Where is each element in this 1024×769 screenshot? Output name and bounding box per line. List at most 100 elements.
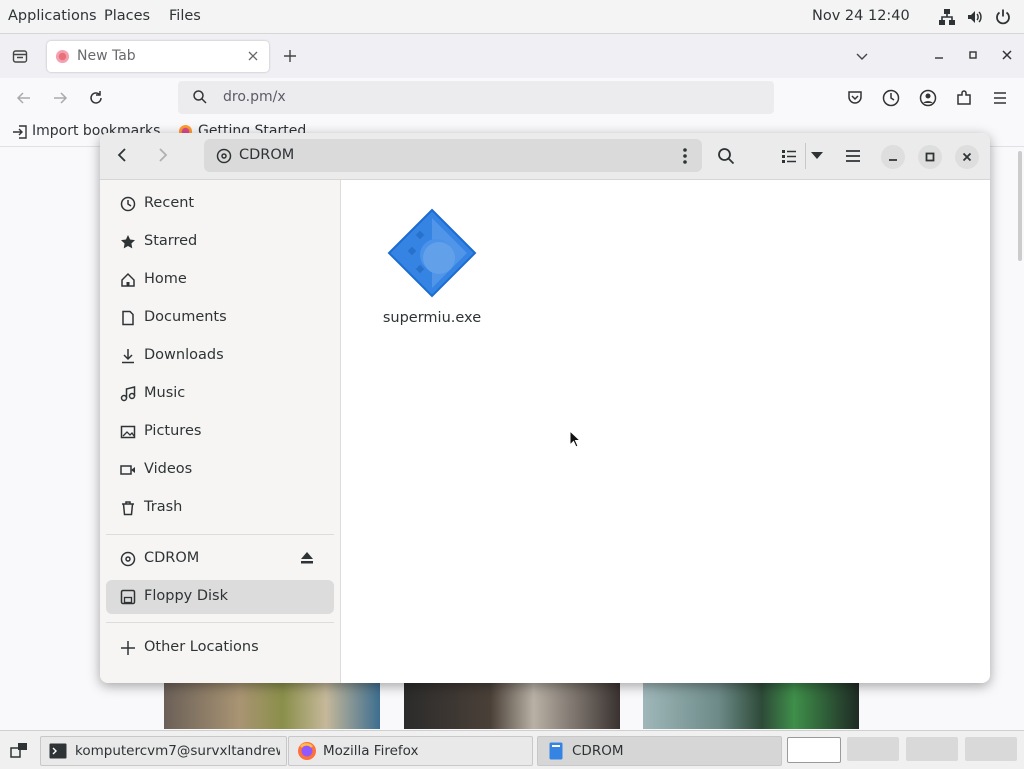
- sidebar-item-documents[interactable]: Documents: [106, 301, 334, 335]
- volume-icon[interactable]: [966, 8, 984, 26]
- firefox-icon: [297, 741, 317, 761]
- power-icon[interactable]: [994, 8, 1012, 26]
- story-thumbnail[interactable]: [643, 683, 859, 729]
- import-icon: [12, 124, 28, 140]
- workspace-3[interactable]: [906, 737, 958, 761]
- back-icon[interactable]: [15, 89, 33, 107]
- file-manager-window: CDROM Recent Starred Home Documents Down…: [100, 133, 990, 683]
- maximize-button[interactable]: [918, 145, 942, 169]
- url-bar[interactable]: dro.pm/x: [178, 81, 774, 114]
- maximize-icon[interactable]: [967, 49, 979, 61]
- tab-new-tab[interactable]: New Tab: [47, 41, 269, 72]
- back-icon[interactable]: [115, 147, 131, 163]
- tab-strip: New Tab: [0, 34, 1024, 78]
- new-tab-icon[interactable]: [282, 48, 298, 64]
- sidebar-item-trash[interactable]: Trash: [106, 491, 334, 525]
- view-options-dropdown-icon[interactable]: [811, 150, 823, 160]
- more-options-icon[interactable]: [677, 147, 693, 165]
- sidebar-item-videos[interactable]: Videos: [106, 453, 334, 487]
- search-icon[interactable]: [717, 147, 735, 165]
- minimize-button[interactable]: [881, 145, 905, 169]
- mouse-pointer-icon: [569, 430, 581, 448]
- sidebar-separator: [106, 622, 334, 623]
- video-icon: [120, 462, 136, 478]
- sidebar-item-label: Floppy Disk: [144, 588, 228, 604]
- task-terminal[interactable]: komputercvm7@survxltandrew…: [40, 736, 287, 766]
- sidebar-item-label: Videos: [144, 461, 193, 477]
- pocket-icon[interactable]: [846, 89, 864, 107]
- workspace-2[interactable]: [847, 737, 899, 761]
- disc-icon: [120, 551, 136, 567]
- sidebar-item-recent[interactable]: Recent: [106, 187, 334, 221]
- places-sidebar: Recent Starred Home Documents Downloads …: [100, 180, 341, 683]
- file-manager-icon: [549, 742, 563, 760]
- chevron-down-icon[interactable]: [854, 48, 870, 64]
- location-label: CDROM: [239, 147, 295, 163]
- sidebar-item-home[interactable]: Home: [106, 263, 334, 297]
- close-icon[interactable]: [1001, 49, 1013, 61]
- clock[interactable]: Nov 24 12:40: [812, 0, 910, 33]
- floppy-icon: [120, 589, 136, 605]
- path-bar[interactable]: CDROM: [204, 139, 702, 172]
- clock-icon: [120, 196, 136, 212]
- workspace-1[interactable]: [787, 737, 841, 763]
- network-icon[interactable]: [938, 8, 956, 26]
- sidebar-item-cdrom[interactable]: CDROM: [106, 542, 334, 576]
- tab-list-icon[interactable]: [12, 48, 28, 64]
- firefox-view-icon[interactable]: [882, 89, 900, 107]
- reload-icon[interactable]: [87, 89, 105, 107]
- url-text: dro.pm/x: [223, 89, 286, 105]
- account-icon[interactable]: [919, 89, 937, 107]
- forward-icon[interactable]: [51, 89, 69, 107]
- music-icon: [120, 386, 136, 402]
- task-cdrom[interactable]: CDROM: [537, 736, 782, 766]
- places-menu[interactable]: Places: [104, 0, 150, 33]
- task-label: CDROM: [572, 743, 624, 759]
- firefox-favicon-icon: [55, 49, 70, 64]
- top-panel: Applications Places Files Nov 24 12:40: [0, 0, 1024, 34]
- list-view-icon[interactable]: [781, 148, 797, 164]
- task-label: komputercvm7@survxltandrew…: [75, 743, 280, 759]
- divider: [805, 143, 806, 169]
- file-name: supermiu.exe: [382, 310, 482, 326]
- sidebar-item-label: Recent: [144, 195, 195, 211]
- scrollbar[interactable]: [1018, 151, 1022, 261]
- minimize-icon[interactable]: [933, 49, 945, 61]
- sidebar-item-music[interactable]: Music: [106, 377, 334, 411]
- sidebar-item-downloads[interactable]: Downloads: [106, 339, 334, 373]
- extensions-icon[interactable]: [955, 89, 973, 107]
- file-item[interactable]: supermiu.exe: [382, 208, 482, 326]
- sidebar-item-label: Music: [144, 385, 186, 401]
- disc-icon: [216, 148, 232, 164]
- sidebar-item-label: Downloads: [144, 347, 224, 363]
- sidebar-item-floppy-disk[interactable]: Floppy Disk: [106, 580, 334, 614]
- hamburger-menu-icon[interactable]: [991, 89, 1009, 107]
- story-thumbnail[interactable]: [404, 683, 620, 729]
- task-label: Mozilla Firefox: [323, 743, 419, 759]
- files-menu[interactable]: Files: [169, 0, 201, 33]
- trash-icon: [120, 500, 136, 516]
- sidebar-item-starred[interactable]: Starred: [106, 225, 334, 259]
- eject-icon[interactable]: [300, 551, 314, 565]
- sidebar-item-other-locations[interactable]: Other Locations: [106, 631, 334, 665]
- applications-menu[interactable]: Applications: [8, 0, 97, 33]
- home-icon: [120, 272, 136, 288]
- document-icon: [120, 310, 136, 326]
- hamburger-menu-icon[interactable]: [844, 147, 862, 165]
- tab-close-icon[interactable]: [246, 49, 260, 63]
- task-firefox[interactable]: Mozilla Firefox: [288, 736, 533, 766]
- story-thumbnail[interactable]: [164, 683, 380, 729]
- sidebar-item-label: Trash: [144, 499, 183, 515]
- forward-icon[interactable]: [154, 147, 170, 163]
- terminal-icon: [49, 742, 67, 760]
- show-desktop-icon[interactable]: [10, 741, 28, 759]
- close-button[interactable]: [955, 145, 979, 169]
- plus-icon: [120, 640, 136, 656]
- headerbar: CDROM: [100, 133, 990, 180]
- sidebar-item-label: Home: [144, 271, 187, 287]
- picture-icon: [120, 424, 136, 440]
- sidebar-item-pictures[interactable]: Pictures: [106, 415, 334, 449]
- nav-toolbar: dro.pm/x: [0, 78, 1024, 118]
- sidebar-item-label: CDROM: [144, 550, 200, 566]
- workspace-4[interactable]: [965, 737, 1017, 761]
